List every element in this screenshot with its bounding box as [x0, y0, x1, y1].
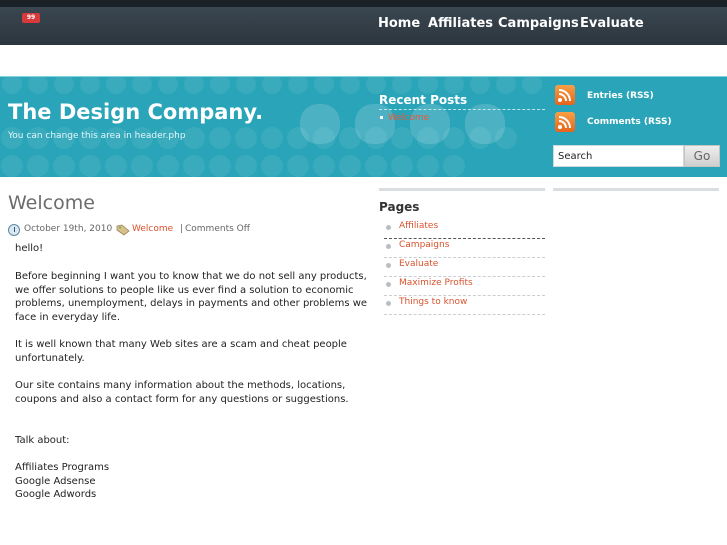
post-body-line: Google Adsense — [15, 476, 96, 487]
post-body-line: Before beginning I want you to know that… — [15, 271, 367, 282]
meta-separator: | — [180, 224, 184, 234]
header-spacer — [0, 45, 727, 76]
page-link-maximize-profits[interactable]: Maximize Profits — [384, 277, 545, 296]
post-body-line: Talk about: — [15, 435, 70, 446]
bullet-icon — [386, 282, 391, 287]
post-body-line: Our site contains many information about… — [15, 380, 346, 391]
recent-post-link[interactable]: Welcome — [388, 113, 429, 123]
rss-icon[interactable] — [555, 112, 575, 132]
site-title[interactable]: The Design Company. — [8, 100, 263, 124]
search-input[interactable] — [553, 145, 684, 167]
post-meta: October 19th, 2010 Welcome | Comments Of… — [8, 224, 358, 238]
rss-icon[interactable] — [555, 85, 575, 105]
page-link-affiliates[interactable]: Affiliates — [384, 220, 545, 239]
post-body-line: coupons and also a contact form for any … — [15, 394, 349, 405]
bullet-icon — [380, 116, 383, 119]
post-date: October 19th, 2010 — [24, 224, 113, 234]
post-category-link[interactable]: Welcome — [132, 224, 173, 234]
post-body-line: problems, unemployment, delays in paymen… — [15, 298, 368, 309]
bullet-icon — [386, 301, 391, 306]
comments-rss-link[interactable]: Comments (RSS) — [587, 117, 672, 127]
page-link-label[interactable]: Things to know — [399, 297, 467, 307]
top-strip — [0, 0, 727, 7]
nav-evaluate[interactable]: Evaluate — [580, 16, 644, 31]
post-body-line: hello! — [15, 243, 44, 254]
entries-rss-link[interactable]: Entries (RSS) — [587, 91, 654, 101]
recent-posts-divider — [379, 109, 545, 110]
post-body-line: Google Adwords — [15, 489, 97, 500]
post-body-line: Affiliates Programs — [15, 462, 110, 473]
main-nav: Home Affiliates Campaigns Evaluate — [367, 16, 727, 36]
page-link-label[interactable]: Campaigns — [399, 240, 449, 250]
bullet-icon — [386, 225, 391, 230]
clock-icon — [8, 224, 20, 236]
page-link-label[interactable]: Affiliates — [399, 221, 438, 231]
post-comments-status: Comments Off — [185, 224, 250, 234]
nav-home[interactable]: Home — [378, 16, 420, 31]
nav-campaigns[interactable]: Campaigns — [498, 16, 579, 31]
search-go-button[interactable]: Go — [684, 145, 720, 167]
site-header: The Design Company. You can change this … — [0, 76, 727, 177]
page-link-campaigns[interactable]: Campaigns — [384, 239, 545, 258]
header-top-line — [0, 76, 727, 77]
top-nav-bar: 99 Home Affiliates Campaigns Evaluate — [0, 7, 727, 45]
site-description: You can change this area in header.php — [8, 131, 186, 141]
page-link-label[interactable]: Maximize Profits — [399, 278, 473, 288]
post-body-line: face in everyday life. — [15, 312, 121, 323]
page-divider — [384, 314, 545, 315]
bullet-icon — [386, 244, 391, 249]
bullet-icon — [386, 263, 391, 268]
pages-heading: Pages — [379, 200, 420, 214]
page-link-evaluate[interactable]: Evaluate — [384, 258, 545, 277]
post-title[interactable]: Welcome — [8, 192, 95, 214]
nav-affiliates[interactable]: Affiliates — [428, 16, 493, 31]
page-link-label[interactable]: Evaluate — [399, 259, 438, 269]
sidebar-divider — [379, 188, 545, 191]
badge-icon: 99 — [22, 13, 40, 23]
tag-icon — [116, 224, 130, 236]
page-link-things-to-know[interactable]: Things to know — [384, 296, 545, 315]
post-body-line: It is well known that many Web sites are… — [15, 339, 347, 350]
recent-posts-heading: Recent Posts — [379, 93, 468, 107]
post-body-line: we offer solutions to people like us eve… — [15, 285, 354, 296]
sidebar-divider — [553, 188, 719, 191]
post-body-line: unfortunately. — [15, 353, 85, 364]
